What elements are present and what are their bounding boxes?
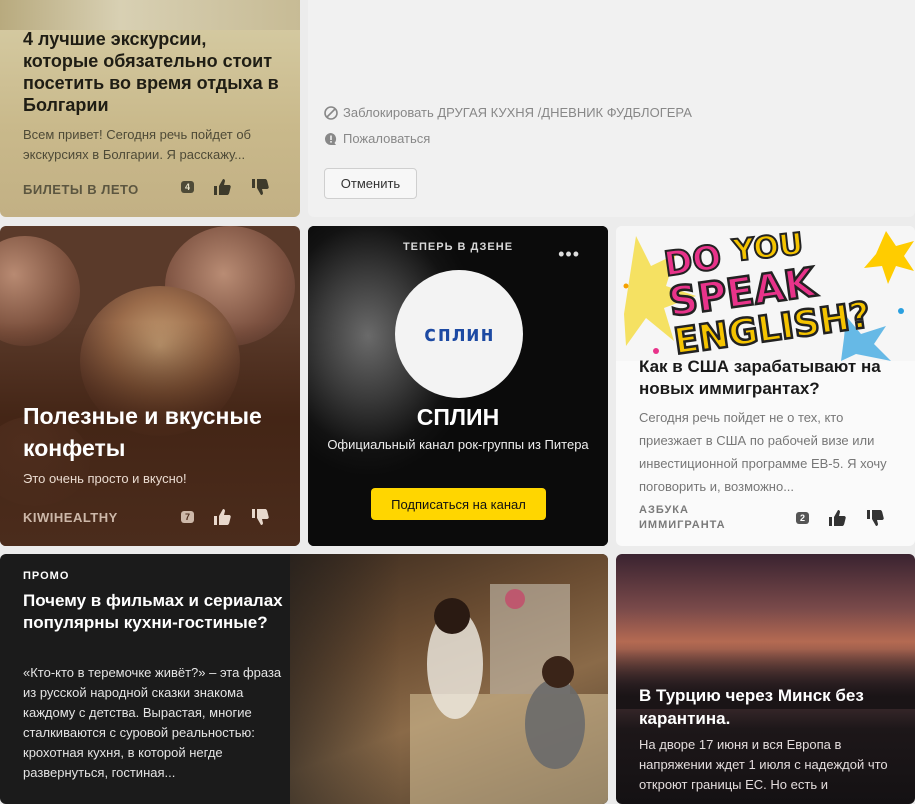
blocked-source-panel: Заблокировать ДРУГАЯ КУХНЯ /ДНЕВНИК ФУДБ… — [308, 0, 915, 217]
block-source-row[interactable]: Заблокировать ДРУГАЯ КУХНЯ /ДНЕВНИК ФУДБ… — [324, 105, 692, 120]
article-card-candies[interactable]: Полезные и вкусные конфеты Это очень про… — [0, 226, 300, 546]
report-label[interactable]: Пожаловаться — [343, 131, 430, 146]
article-source[interactable]: KIWIHEALTHY — [23, 510, 118, 525]
comic-art-image: DO YOU SPEAK ENGLISH? — [616, 226, 915, 361]
subscribe-button[interactable]: Подписаться на канал — [371, 488, 546, 520]
article-title[interactable]: В Турцию через Минск без карантина. — [639, 684, 899, 730]
report-row[interactable]: Пожаловаться — [324, 131, 430, 146]
report-icon — [325, 132, 337, 145]
article-source[interactable]: БИЛЕТЫ В ЛЕТО — [23, 182, 139, 197]
article-card-turkey[interactable]: В Турцию через Минск без карантина. На д… — [616, 554, 915, 804]
cancel-button[interactable]: Отменить — [324, 168, 417, 199]
promo-label: ПРОМО — [23, 570, 70, 582]
channel-logo[interactable]: сплин — [395, 270, 523, 398]
channel-card-splin[interactable]: ТЕПЕРЬ В ДЗЕНЕ ••• сплин СПЛИН Официальн… — [308, 226, 608, 546]
article-title[interactable]: 4 лучшие экскурсии, которые обязательно … — [23, 28, 283, 116]
article-card-bulgaria[interactable]: 4 лучшие экскурсии, которые обязательно … — [0, 0, 300, 217]
article-title[interactable]: Как в США зарабатывают на новых иммигран… — [639, 356, 909, 400]
article-card-immigrants[interactable]: DO YOU SPEAK ENGLISH? Как в США зарабаты… — [616, 226, 915, 546]
image-shade — [0, 226, 300, 546]
channel-logo-text: сплин — [423, 321, 495, 347]
comments-count-badge[interactable]: 7 — [181, 511, 195, 523]
dislike-icon[interactable] — [250, 177, 270, 197]
like-icon[interactable] — [827, 508, 847, 528]
article-title[interactable]: Почему в фильмах и сериалах популярны ку… — [23, 590, 283, 634]
comments-count-badge[interactable]: 2 — [796, 512, 810, 524]
dislike-icon[interactable] — [250, 507, 270, 527]
comments-count-badge[interactable]: 4 — [181, 181, 195, 193]
article-description: «Кто-кто в теремочке живёт?» – эта фраза… — [23, 665, 282, 780]
article-description: На дворе 17 июня и вся Европа в напряжен… — [639, 737, 888, 792]
dislike-icon[interactable] — [865, 508, 885, 528]
article-description: Это очень просто и вкусно! — [23, 471, 187, 486]
channel-description: Официальный канал рок-группы из Питера — [327, 437, 589, 452]
article-description: Сегодня речь пойдет не о тех, кто приезж… — [639, 410, 887, 494]
beach-image — [0, 0, 300, 30]
channel-name[interactable]: СПЛИН — [308, 404, 608, 431]
block-source-label[interactable]: Заблокировать ДРУГАЯ КУХНЯ /ДНЕВНИК ФУДБ… — [343, 105, 692, 120]
block-icon — [324, 105, 338, 120]
article-source[interactable]: АЗБУКА ИММИГРАНТА — [639, 503, 749, 533]
article-title[interactable]: Полезные и вкусные конфеты — [23, 400, 293, 464]
more-options-icon[interactable]: ••• — [558, 244, 580, 265]
like-icon[interactable] — [212, 507, 232, 527]
like-icon[interactable] — [212, 177, 232, 197]
promo-card-kitchen[interactable]: ПРОМО Почему в фильмах и сериалах популя… — [0, 554, 608, 804]
comic-art-graphic: DO YOU SPEAK ENGLISH? — [623, 226, 914, 361]
article-description: Всем привет! Сегодня речь пойдет об экск… — [23, 127, 251, 162]
